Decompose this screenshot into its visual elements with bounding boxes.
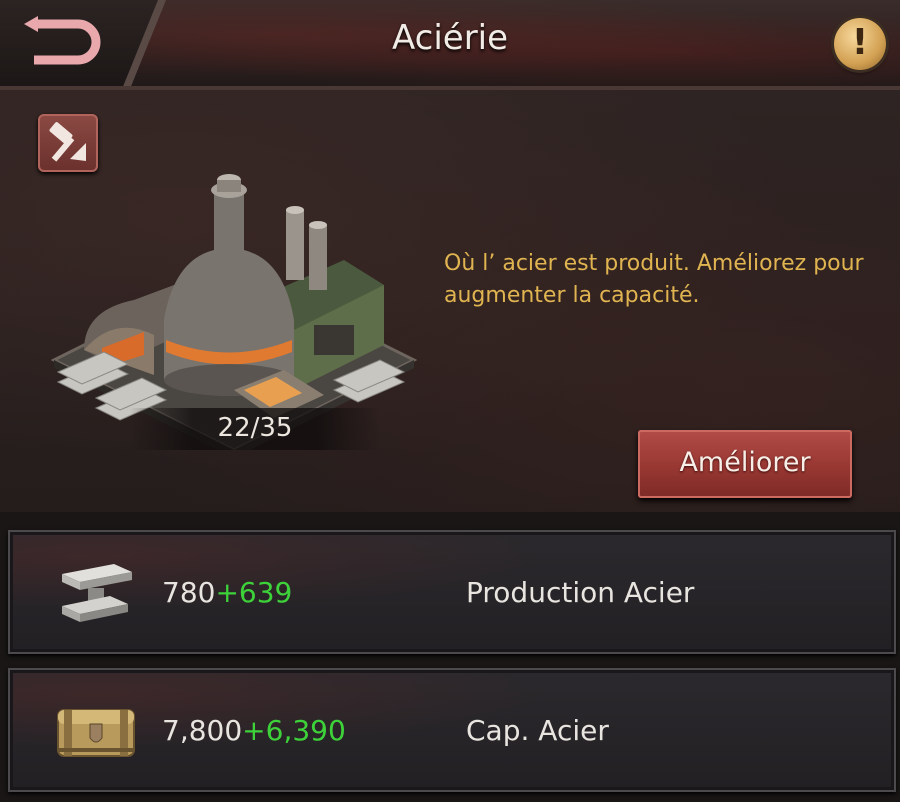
back-arrow-icon (24, 16, 101, 65)
stat-row-capacity: 7,800+6,390 Cap. Acier (8, 668, 896, 792)
production-label: Production Acier (466, 576, 695, 609)
capacity-value: 7,800+6,390 (162, 714, 346, 747)
production-bonus: +639 (215, 576, 293, 609)
exclamation-icon: ! (851, 22, 869, 63)
capacity-base: 7,800 (162, 714, 243, 747)
steel-ingot-icon (62, 564, 132, 622)
production-base: 780 (162, 576, 216, 609)
building-description: Où l’ acier est produit. Améliorez pour … (444, 251, 864, 308)
upgrade-button-label: Améliorer (679, 447, 811, 478)
level-text: 22/35 (217, 413, 293, 443)
capacity-bonus: +6,390 (242, 714, 346, 747)
capacity-label: Cap. Acier (466, 714, 609, 747)
building-panel: 22/35 Où l’ acier est produit. Améliorez… (0, 90, 900, 512)
crate-icon (57, 709, 135, 757)
level-indicator: 22/35 (130, 408, 380, 450)
upgrade-button[interactable]: Améliorer (638, 430, 852, 498)
info-button[interactable]: ! (834, 18, 886, 70)
production-value: 780+639 (162, 576, 292, 609)
steel-mill-building[interactable] (44, 150, 424, 450)
stat-row-production: 780+639 Production Acier (8, 530, 896, 654)
header-bar: Aciérie ! (0, 0, 900, 90)
page-title: Aciérie (391, 18, 509, 58)
